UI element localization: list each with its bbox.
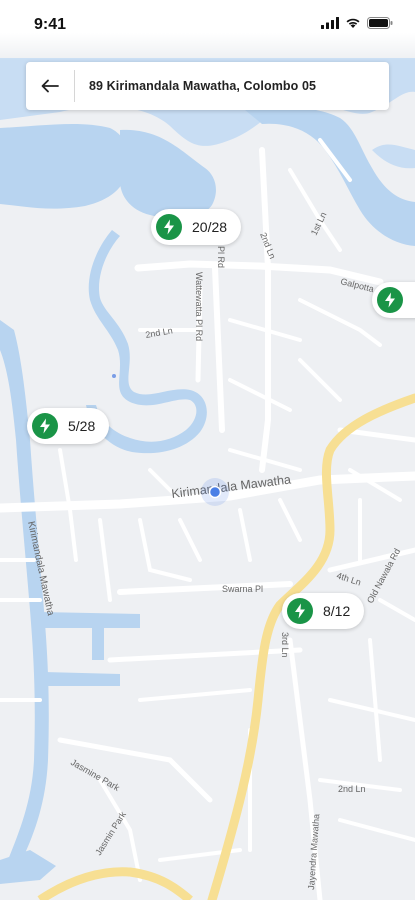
charging-station-marker[interactable]: 5/28 — [27, 408, 110, 444]
map-canvas[interactable]: Kirimandala Mawatha Kirimandala Mawatha … — [0, 0, 415, 900]
street-label-pl-rd: Pl Rd — [216, 246, 226, 268]
wifi-icon — [346, 18, 360, 28]
address-text[interactable]: 89 Kirimandala Mawatha, Colombo 05 — [89, 79, 316, 93]
charging-station-marker[interactable]: 8/12 — [282, 593, 365, 629]
station-availability: 5/28 — [68, 418, 96, 434]
lightning-bolt-icon — [32, 413, 58, 439]
status-bar: 9:41 — [0, 0, 415, 48]
station-availability: 8/12 — [323, 603, 351, 619]
street-label-wattewatta: Wattewatta Pl Rd — [194, 272, 204, 341]
station-availability: 20/28 — [192, 219, 228, 235]
street-label-2nd-ln-bottom: 2nd Ln — [338, 784, 366, 794]
status-icons — [321, 17, 393, 29]
signal-icon — [321, 17, 339, 29]
search-divider — [74, 70, 75, 102]
arrow-left-icon — [41, 79, 59, 93]
map-poi-dot — [112, 374, 116, 378]
charging-station-marker-partial[interactable] — [372, 282, 415, 318]
street-label-3rd-ln: 3rd Ln — [280, 632, 290, 658]
street-label-swarna: Swarna Pl — [222, 584, 263, 594]
water-lagoon-left — [0, 123, 129, 209]
current-location-dot — [208, 485, 222, 499]
lightning-bolt-icon — [287, 598, 313, 624]
charging-station-marker[interactable]: 20/28 — [151, 209, 242, 245]
back-button[interactable] — [26, 62, 74, 110]
lightning-bolt-icon — [377, 287, 403, 313]
lightning-bolt-icon — [156, 214, 182, 240]
address-search-bar[interactable]: 89 Kirimandala Mawatha, Colombo 05 — [26, 62, 389, 110]
status-time: 9:41 — [34, 16, 67, 33]
water-canal-branch-2 — [44, 672, 120, 686]
battery-icon — [367, 17, 393, 29]
